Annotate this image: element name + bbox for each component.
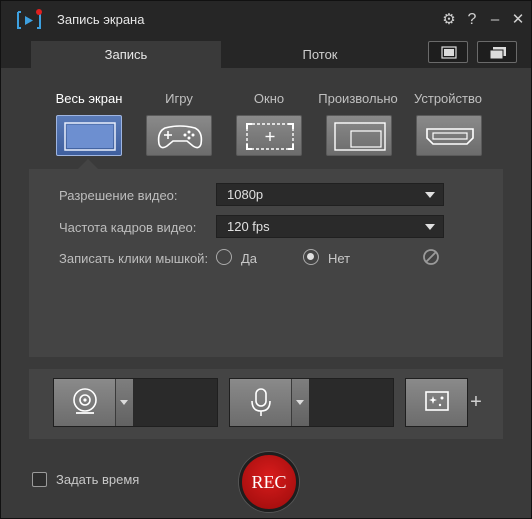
microphone-dropdown-button[interactable]: [292, 379, 309, 426]
clicks-no-radio[interactable]: [303, 249, 319, 265]
active-mode-pointer: [78, 159, 98, 169]
app-window: Запись экрана ⚙ ? – ✕ Запись Поток Весь …: [0, 0, 532, 519]
fit-screen-icon: [441, 46, 457, 59]
clicks-no-label[interactable]: Нет: [328, 251, 350, 266]
tab-bar: Запись Поток: [1, 39, 531, 68]
effects-icon: [425, 391, 449, 411]
fps-value: 120 fps: [227, 219, 270, 234]
app-logo-icon: [17, 9, 42, 29]
mode-window-button[interactable]: [236, 115, 302, 156]
fullscreen-view-button[interactable]: [428, 41, 468, 63]
mode-label-fullscreen[interactable]: Весь экран: [39, 91, 139, 106]
tab-stream[interactable]: Поток: [221, 41, 419, 68]
effects-button[interactable]: [406, 379, 467, 426]
mode-fullscreen-button[interactable]: [56, 115, 122, 156]
mode-label-custom[interactable]: Произвольно: [308, 91, 408, 106]
hdmi-icon: [426, 128, 474, 145]
fps-dropdown[interactable]: 120 fps: [216, 215, 444, 238]
set-time-checkbox[interactable]: [32, 472, 47, 487]
resolution-label: Разрешение видео:: [59, 188, 178, 203]
set-time-label[interactable]: Задать время: [56, 472, 139, 487]
add-effect-button[interactable]: +: [468, 391, 484, 414]
webcam-button[interactable]: [54, 379, 116, 426]
disabled-icon: [423, 249, 439, 265]
compact-view-button[interactable]: [477, 41, 517, 63]
fullscreen-icon: [64, 122, 116, 151]
settings-gear-icon[interactable]: ⚙: [439, 10, 459, 30]
clicks-yes-label[interactable]: Да: [241, 251, 257, 266]
record-panel: Весь экран Игру Окно Произвольно Устройс…: [1, 68, 531, 518]
chevron-down-icon: [425, 224, 435, 230]
microphone-button[interactable]: [230, 379, 292, 426]
mode-label-game[interactable]: Игру: [129, 91, 229, 106]
minimize-button[interactable]: –: [485, 10, 505, 30]
mode-label-device[interactable]: Устройство: [398, 91, 498, 106]
webcam-dropdown-button[interactable]: [116, 379, 133, 426]
gamepad-icon: [157, 125, 203, 149]
webcam-icon: [73, 388, 97, 414]
title-bar: Запись экрана ⚙ ? – ✕: [1, 1, 531, 39]
clicks-yes-radio[interactable]: [216, 249, 232, 265]
device-bar: +: [29, 369, 503, 439]
microphone-group: [229, 378, 394, 427]
mode-game-button[interactable]: [146, 115, 212, 156]
chevron-down-icon: [425, 192, 435, 198]
mode-device-button[interactable]: [416, 115, 482, 156]
fps-label: Частота кадров видео:: [59, 220, 197, 235]
close-button[interactable]: ✕: [508, 10, 528, 30]
resolution-value: 1080p: [227, 187, 264, 202]
tab-record[interactable]: Запись: [31, 41, 221, 68]
mouse-clicks-label: Записать клики мышкой:: [59, 251, 209, 266]
help-icon[interactable]: ?: [462, 10, 482, 30]
window-title: Запись экрана: [57, 12, 145, 27]
webcam-group: [53, 378, 218, 427]
resolution-dropdown[interactable]: 1080p: [216, 183, 444, 206]
settings-panel: Разрешение видео: 1080p Частота кадров в…: [29, 169, 503, 357]
effects-group: [405, 378, 468, 427]
window-select-icon: [246, 123, 294, 150]
mode-custom-button[interactable]: [326, 115, 392, 156]
mode-label-window[interactable]: Окно: [219, 91, 319, 106]
rec-button[interactable]: REC: [239, 452, 299, 512]
custom-region-icon: [334, 122, 386, 151]
windows-icon: [489, 47, 506, 60]
microphone-icon: [251, 388, 271, 416]
